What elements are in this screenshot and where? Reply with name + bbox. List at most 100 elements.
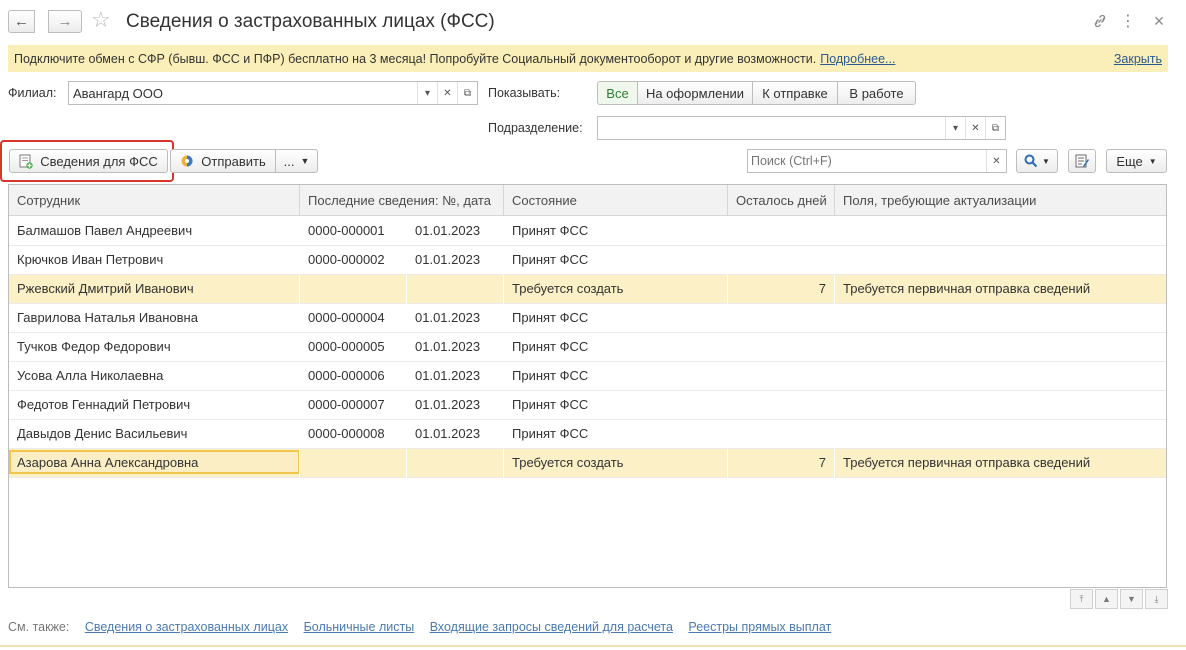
settings-button[interactable] xyxy=(1068,149,1096,173)
cell-number[interactable]: 0000-000005 xyxy=(300,333,407,362)
department-field[interactable]: ▾ ✕ ⧉ xyxy=(597,116,1006,140)
back-button[interactable]: ← xyxy=(8,10,35,33)
cell-days-left[interactable] xyxy=(728,362,835,391)
cell-date[interactable]: 01.01.2023 xyxy=(407,246,504,275)
table-row[interactable]: Гаврилова Наталья Ивановна 0000-000004 01.… xyxy=(9,304,1166,333)
scroll-down-icon[interactable]: ▼ xyxy=(1120,589,1143,609)
cell-employee[interactable]: Гаврилова Наталья Ивановна xyxy=(9,304,300,333)
cell-fields-to-update[interactable]: Требуется первичная отправка сведений xyxy=(835,449,1166,478)
cell-date[interactable]: 01.01.2023 xyxy=(407,304,504,333)
cell-status[interactable]: Принят ФСС xyxy=(504,362,728,391)
cell-number[interactable]: 0000-000004 xyxy=(300,304,407,333)
cell-date[interactable] xyxy=(407,449,504,478)
cell-days-left[interactable] xyxy=(728,333,835,362)
branch-field[interactable]: Авангард ООО ▾ ✕ ⧉ xyxy=(68,81,478,105)
cell-status[interactable]: Принят ФСС xyxy=(504,333,728,362)
search-options-button[interactable]: ▼ xyxy=(1016,149,1058,173)
cell-number[interactable]: 0000-000002 xyxy=(300,246,407,275)
cell-days-left[interactable] xyxy=(728,391,835,420)
link-icon[interactable] xyxy=(1089,10,1111,32)
cell-employee[interactable]: Федотов Геннадий Петрович xyxy=(9,391,300,420)
column-status[interactable]: Состояние xyxy=(504,185,728,216)
cell-number[interactable]: 0000-000008 xyxy=(300,420,407,449)
cell-days-left[interactable] xyxy=(728,304,835,333)
footer-link-sick-leaves[interactable]: Больничные листы xyxy=(304,620,415,634)
more-button[interactable]: Еще ▼ xyxy=(1106,149,1167,173)
fss-info-button[interactable]: Сведения для ФСС xyxy=(9,149,168,173)
table-row[interactable]: Усова Алла Николаевна 0000-000006 01.01.20… xyxy=(9,362,1166,391)
clear-search-icon[interactable]: ✕ xyxy=(986,150,1006,172)
cell-date[interactable]: 01.01.2023 xyxy=(407,362,504,391)
search-field[interactable]: ✕ xyxy=(747,149,1007,173)
cell-fields-to-update[interactable] xyxy=(835,362,1166,391)
clear-icon[interactable]: ✕ xyxy=(965,117,985,139)
footer-link-insured-info[interactable]: Сведения о застрахованных лицах xyxy=(85,620,288,634)
filter-to-send[interactable]: К отправке xyxy=(752,81,838,105)
cell-date[interactable]: 01.01.2023 xyxy=(407,333,504,362)
scroll-to-bottom-icon[interactable]: ⤓ xyxy=(1145,589,1168,609)
banner-close-link[interactable]: Закрыть xyxy=(1114,52,1162,66)
cell-status[interactable]: Принят ФСС xyxy=(504,304,728,333)
cell-status[interactable]: Принят ФСС xyxy=(504,420,728,449)
table-row[interactable]: Ржевский Дмитрий Иванович Требуется созда… xyxy=(9,275,1166,304)
cell-date[interactable]: 01.01.2023 xyxy=(407,420,504,449)
table-row[interactable]: Давыдов Денис Васильевич 0000-000008 01.01… xyxy=(9,420,1166,449)
filter-in-work[interactable]: В работе xyxy=(837,81,916,105)
banner-more-link[interactable]: Подробнее... xyxy=(820,52,895,66)
open-icon[interactable]: ⧉ xyxy=(985,117,1005,139)
scroll-to-top-icon[interactable]: ⤒ xyxy=(1070,589,1093,609)
cell-fields-to-update[interactable]: Требуется первичная отправка сведений xyxy=(835,275,1166,304)
cell-employee[interactable]: Усова Алла Николаевна xyxy=(9,362,300,391)
cell-number[interactable]: 0000-000001 xyxy=(300,217,407,246)
cell-employee[interactable]: Ржевский Дмитрий Иванович xyxy=(9,275,300,304)
forward-button[interactable]: → xyxy=(48,10,82,33)
cell-number[interactable]: 0000-000006 xyxy=(300,362,407,391)
table-row[interactable]: Балмашов Павел Андреевич 0000-000001 01.01… xyxy=(9,217,1166,246)
cell-status[interactable]: Требуется создать xyxy=(504,275,728,304)
employees-table[interactable]: Сотрудник Последние сведения: №, дата Со… xyxy=(8,184,1167,588)
favorite-star-icon[interactable]: ☆ xyxy=(91,8,111,32)
column-fields-to-update[interactable]: Поля, требующие актуализации xyxy=(835,185,1166,216)
search-input[interactable] xyxy=(748,151,986,171)
table-row[interactable]: Тучков Федор Федорович 0000-000005 01.01.2… xyxy=(9,333,1166,362)
cell-days-left[interactable] xyxy=(728,420,835,449)
send-options-button[interactable]: ... ▼ xyxy=(275,149,318,173)
cell-days-left[interactable] xyxy=(728,246,835,275)
branch-value[interactable]: Авангард ООО xyxy=(69,86,417,101)
cell-number[interactable] xyxy=(300,275,407,304)
cell-fields-to-update[interactable] xyxy=(835,217,1166,246)
cell-fields-to-update[interactable] xyxy=(835,304,1166,333)
column-last-info[interactable]: Последние сведения: №, дата xyxy=(300,185,504,216)
table-row[interactable]: Азарова Анна Александровна Требуется созд… xyxy=(9,449,1166,478)
cell-days-left[interactable]: 7 xyxy=(728,275,835,304)
cell-employee[interactable]: Давыдов Денис Васильевич xyxy=(9,420,300,449)
cell-employee[interactable]: Тучков Федор Федорович xyxy=(9,333,300,362)
table-row[interactable]: Федотов Геннадий Петрович 0000-000007 01.0… xyxy=(9,391,1166,420)
send-button[interactable]: Отправить xyxy=(170,149,276,173)
cell-status[interactable]: Принят ФСС xyxy=(504,217,728,246)
cell-fields-to-update[interactable] xyxy=(835,246,1166,275)
cell-employee[interactable]: Балмашов Павел Андреевич xyxy=(9,217,300,246)
table-row[interactable]: Крючков Иван Петрович 0000-000002 01.01.20… xyxy=(9,246,1166,275)
column-employee[interactable]: Сотрудник xyxy=(9,185,300,216)
dropdown-arrow-icon[interactable]: ▾ xyxy=(417,82,437,104)
cell-employee[interactable]: Азарова Анна Александровна xyxy=(9,449,300,478)
cell-number[interactable]: 0000-000007 xyxy=(300,391,407,420)
cell-date[interactable] xyxy=(407,275,504,304)
cell-status[interactable]: Требуется создать xyxy=(504,449,728,478)
cell-status[interactable]: Принят ФСС xyxy=(504,246,728,275)
dropdown-arrow-icon[interactable]: ▾ xyxy=(945,117,965,139)
column-days-left[interactable]: Осталось дней xyxy=(728,185,835,216)
cell-date[interactable]: 01.01.2023 xyxy=(407,391,504,420)
open-icon[interactable]: ⧉ xyxy=(457,82,477,104)
cell-number[interactable] xyxy=(300,449,407,478)
more-actions-icon[interactable]: ⋮ xyxy=(1117,10,1139,32)
scroll-up-icon[interactable]: ▲ xyxy=(1095,589,1118,609)
cell-status[interactable]: Принят ФСС xyxy=(504,391,728,420)
close-icon[interactable]: × xyxy=(1148,10,1170,32)
footer-link-payment-registers[interactable]: Реестры прямых выплат xyxy=(688,620,831,634)
footer-link-incoming-requests[interactable]: Входящие запросы сведений для расчета xyxy=(430,620,673,634)
cell-fields-to-update[interactable] xyxy=(835,391,1166,420)
cell-employee[interactable]: Крючков Иван Петрович xyxy=(9,246,300,275)
clear-icon[interactable]: ✕ xyxy=(437,82,457,104)
